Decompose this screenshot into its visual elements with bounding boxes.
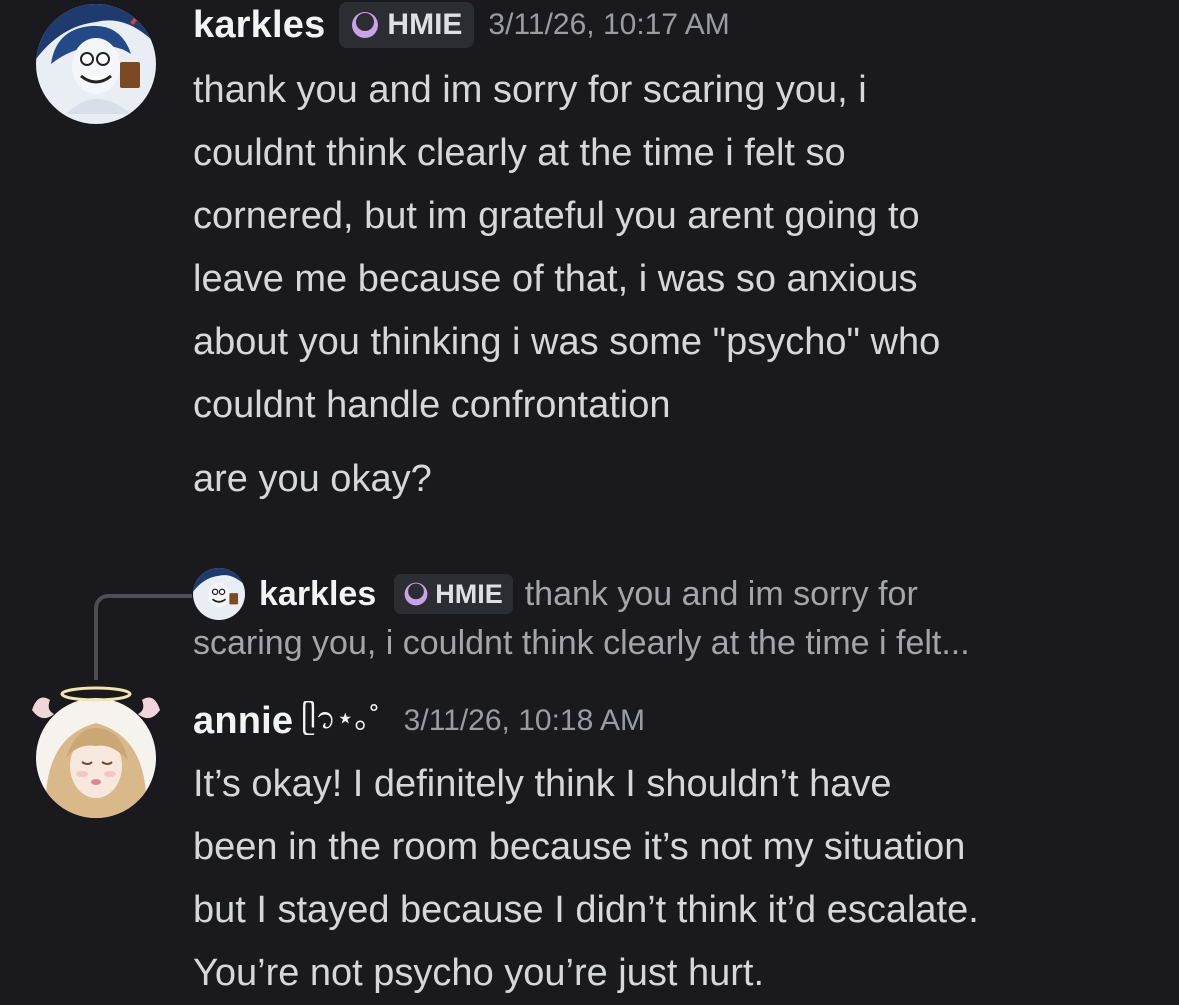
reply-username[interactable]: karkles: [259, 575, 376, 614]
server-tag[interactable]: HMIE: [339, 2, 475, 48]
reply-connector: [94, 594, 192, 680]
reply-preview-text[interactable]: thank you and im sorry for: [525, 575, 918, 614]
message-content: It’s okay! I definitely think I shouldn’…: [193, 753, 1153, 1005]
message-line: thank you and im sorry for scaring you, …: [193, 69, 867, 111]
message-line: couldnt handle confrontation: [193, 384, 671, 426]
message-line: are you okay?: [193, 458, 432, 500]
moon-tag-icon: [404, 582, 428, 606]
reply-avatar: [193, 568, 245, 620]
avatar-karkles[interactable]: [36, 4, 156, 124]
username[interactable]: annie: [193, 700, 293, 743]
reply-reference[interactable]: karkles HMIE thank you and im sorry for: [193, 568, 918, 620]
timestamp[interactable]: 3/11/26, 10:18 AM: [404, 704, 645, 738]
message-line: You’re not psycho you’re just hurt.: [193, 952, 765, 994]
reply-avatar-image: [193, 568, 245, 620]
avatar-decoration: [32, 686, 160, 719]
message-line: couldnt think clearly at the time i felt…: [193, 132, 846, 174]
reply-preview-text-continued[interactable]: scaring you, i couldnt think clearly at …: [193, 624, 970, 663]
message-header: karkles HMIE 3/11/26, 10:17 AM: [193, 1, 730, 49]
reply-server-tag: HMIE: [394, 574, 513, 614]
timestamp[interactable]: 3/11/26, 10:17 AM: [488, 8, 729, 42]
username-decoration: ᥫ᭡⋆｡˚: [301, 701, 380, 735]
message-line: cornered, but im grateful you arent goin…: [193, 195, 920, 237]
message-header: annie ᥫ᭡⋆｡˚ 3/11/26, 10:18 AM: [193, 694, 645, 748]
message-line: leave me because of that, i was so anxio…: [193, 258, 918, 300]
message-line: about you thinking i was some "psycho" w…: [193, 321, 941, 363]
message-line: been in the room because it’s not my sit…: [193, 826, 966, 868]
message-content: thank you and im sorry for scaring you, …: [193, 59, 1153, 437]
message-line: but I stayed because I didn’t think it’d…: [193, 889, 979, 931]
moon-tag-icon: [352, 12, 379, 38]
followup-message: are you okay?: [193, 448, 1153, 511]
reply-tag-label: HMIE: [435, 578, 503, 609]
message-line: It’s okay! I definitely think I shouldn’…: [193, 763, 892, 805]
avatar-karkles-image: [36, 4, 156, 124]
server-tag-label: HMIE: [387, 8, 463, 41]
username[interactable]: karkles: [193, 4, 325, 47]
